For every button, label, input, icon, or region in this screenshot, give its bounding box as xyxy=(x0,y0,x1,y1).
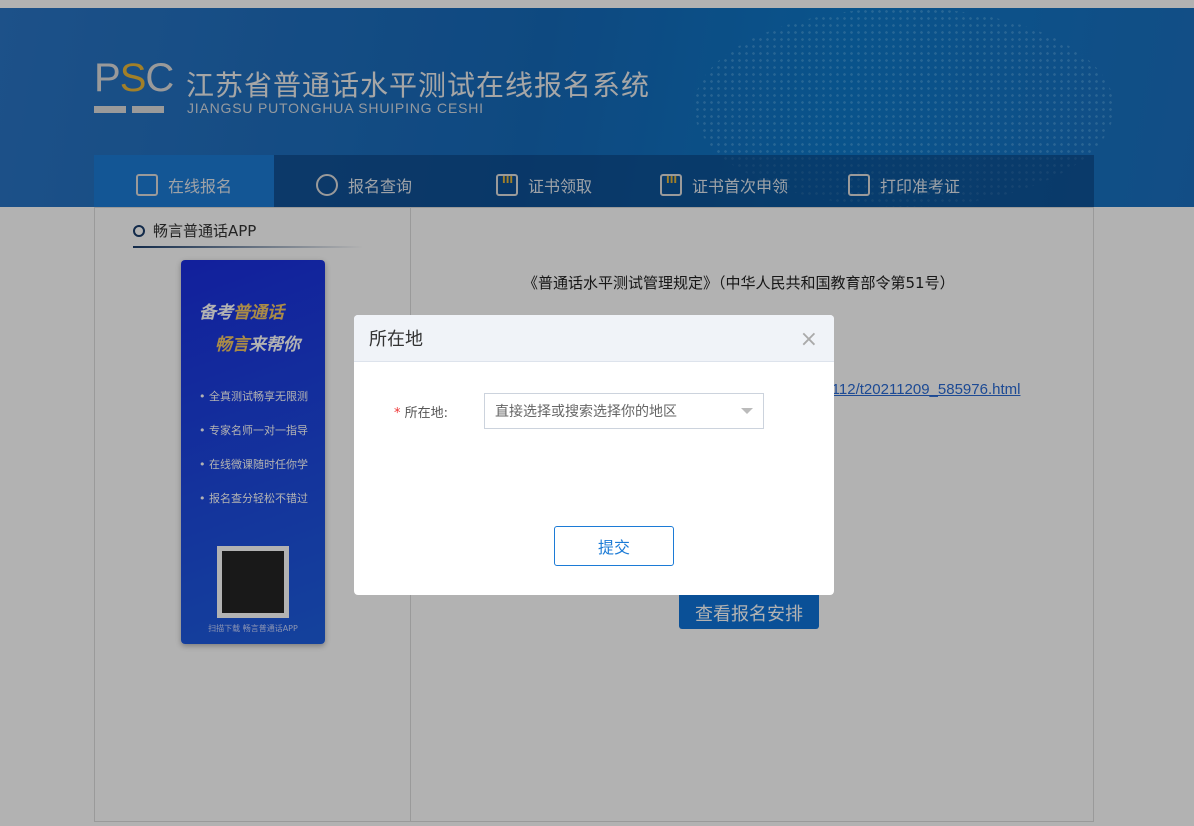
location-dialog: 所在地 × * 所在地: 直接选择或搜索选择你的地区 提交 xyxy=(354,315,834,595)
chevron-down-icon xyxy=(741,408,753,414)
close-icon[interactable]: × xyxy=(800,327,818,352)
dialog-title: 所在地 xyxy=(369,329,423,350)
location-select[interactable]: 直接选择或搜索选择你的地区 xyxy=(484,393,764,429)
location-label: * 所在地: xyxy=(394,406,449,421)
dialog-header: 所在地 × xyxy=(354,315,834,362)
location-placeholder: 直接选择或搜索选择你的地区 xyxy=(495,404,677,420)
submit-button[interactable]: 提交 xyxy=(554,526,674,566)
